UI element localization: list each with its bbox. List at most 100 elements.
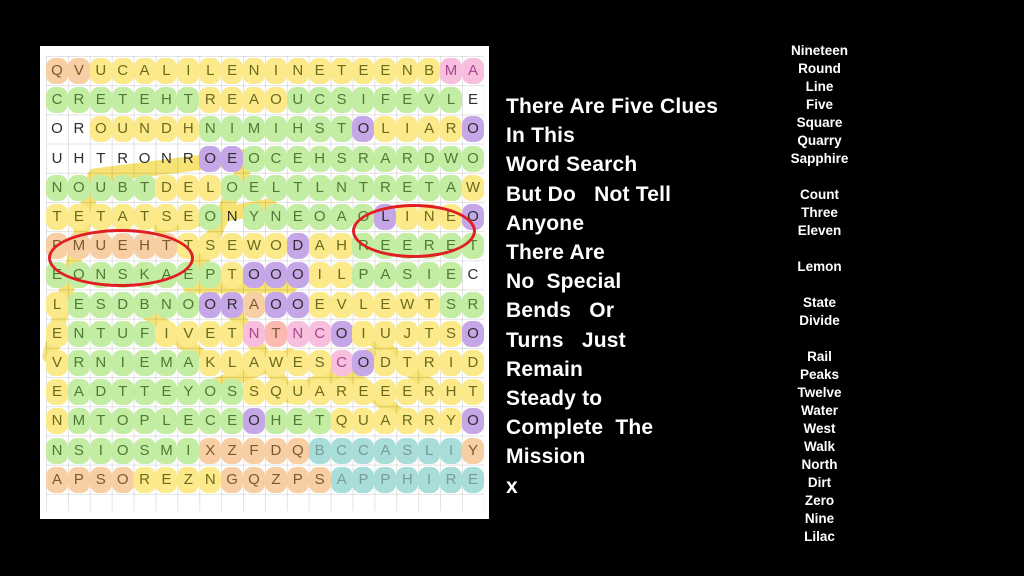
grid-cell[interactable]: N bbox=[89, 260, 112, 289]
grid-cell[interactable]: L bbox=[46, 290, 68, 319]
grid-cell[interactable]: S bbox=[111, 260, 134, 289]
grid-cell[interactable]: O bbox=[199, 202, 222, 231]
grid-cell[interactable]: E bbox=[396, 85, 419, 114]
grid-cell[interactable]: Z bbox=[177, 465, 200, 494]
grid-cell[interactable]: R bbox=[418, 406, 441, 435]
word-list-item[interactable]: Walk bbox=[757, 438, 882, 456]
grid-cell[interactable]: E bbox=[199, 319, 222, 348]
grid-cell[interactable]: R bbox=[352, 144, 375, 173]
word-list-item[interactable]: West bbox=[757, 420, 882, 438]
grid-cell[interactable]: I bbox=[177, 56, 200, 85]
grid-cell[interactable]: H bbox=[155, 85, 178, 114]
grid-cell[interactable]: W bbox=[396, 290, 419, 319]
grid-cell[interactable]: T bbox=[418, 319, 441, 348]
grid-cell[interactable]: E bbox=[111, 231, 134, 260]
grid-cell[interactable]: E bbox=[374, 377, 397, 406]
grid-cell[interactable]: W bbox=[440, 144, 463, 173]
grid-cell[interactable]: M bbox=[243, 114, 266, 143]
grid-cell[interactable]: G bbox=[221, 465, 244, 494]
grid-cell[interactable]: T bbox=[461, 231, 484, 260]
grid-cell[interactable]: A bbox=[461, 56, 484, 85]
grid-cell[interactable]: E bbox=[89, 85, 112, 114]
word-list-item[interactable]: Round bbox=[757, 60, 882, 78]
grid-cell[interactable]: P bbox=[133, 406, 156, 435]
grid-cell[interactable]: W bbox=[461, 173, 484, 202]
grid-cell[interactable]: L bbox=[440, 85, 463, 114]
word-list-item[interactable]: Square bbox=[757, 114, 882, 132]
grid-cell[interactable]: E bbox=[46, 377, 68, 406]
grid-cell[interactable]: E bbox=[440, 260, 463, 289]
grid-cell[interactable]: O bbox=[352, 114, 375, 143]
grid-cell[interactable]: D bbox=[461, 348, 484, 377]
grid-cell[interactable]: T bbox=[133, 202, 156, 231]
grid-cell[interactable]: Q bbox=[286, 435, 309, 464]
grid-cell[interactable]: U bbox=[89, 56, 112, 85]
word-list-item[interactable]: State bbox=[757, 294, 882, 312]
grid-cell[interactable]: C bbox=[352, 435, 375, 464]
grid-cell[interactable]: T bbox=[89, 406, 112, 435]
grid-cell[interactable]: A bbox=[243, 290, 266, 319]
grid-cell[interactable]: N bbox=[264, 202, 287, 231]
grid-cell[interactable]: M bbox=[67, 406, 90, 435]
grid-cell[interactable]: L bbox=[199, 56, 222, 85]
grid-cell[interactable]: D bbox=[89, 377, 112, 406]
grid-cell[interactable]: I bbox=[396, 114, 419, 143]
word-list-item[interactable]: Quarry bbox=[757, 132, 882, 150]
grid-cell[interactable]: O bbox=[243, 260, 266, 289]
grid-cell[interactable]: M bbox=[440, 56, 463, 85]
grid-cell[interactable]: Q bbox=[243, 465, 266, 494]
grid-cell[interactable]: S bbox=[308, 348, 331, 377]
grid-cell[interactable]: R bbox=[374, 173, 397, 202]
grid-cell[interactable]: N bbox=[396, 56, 419, 85]
grid-cell[interactable]: P bbox=[46, 231, 68, 260]
word-list-item[interactable]: Sapphire bbox=[757, 150, 882, 168]
word-list-item[interactable]: Twelve bbox=[757, 384, 882, 402]
word-list-item[interactable]: Lilac bbox=[757, 528, 882, 546]
grid-cell[interactable]: P bbox=[374, 465, 397, 494]
grid-cell[interactable]: N bbox=[155, 290, 178, 319]
grid-cell[interactable]: T bbox=[221, 260, 244, 289]
grid-cell[interactable]: E bbox=[440, 202, 463, 231]
grid-cell[interactable]: I bbox=[89, 435, 112, 464]
grid-cell[interactable]: B bbox=[133, 290, 156, 319]
grid-cell[interactable]: O bbox=[111, 465, 134, 494]
grid-cell[interactable]: P bbox=[352, 260, 375, 289]
grid-cell[interactable]: S bbox=[89, 465, 112, 494]
grid-cell[interactable]: S bbox=[133, 435, 156, 464]
grid-cell[interactable]: R bbox=[396, 144, 419, 173]
grid-cell[interactable]: F bbox=[374, 85, 397, 114]
grid-cell[interactable]: L bbox=[352, 290, 375, 319]
grid-cell[interactable]: Y bbox=[440, 406, 463, 435]
grid-cell[interactable]: F bbox=[133, 319, 156, 348]
word-list-item[interactable]: Divide bbox=[757, 312, 882, 330]
grid-cell[interactable]: N bbox=[286, 319, 309, 348]
grid-cell[interactable]: E bbox=[177, 406, 200, 435]
grid-cell[interactable]: E bbox=[46, 260, 68, 289]
grid-cell[interactable]: C bbox=[462, 260, 484, 289]
grid-cell[interactable]: N bbox=[46, 406, 68, 435]
grid-cell[interactable]: M bbox=[67, 231, 90, 260]
grid-cell[interactable]: O bbox=[264, 260, 287, 289]
grid-cell[interactable]: E bbox=[221, 231, 244, 260]
grid-cell[interactable]: O bbox=[111, 435, 134, 464]
grid-cell[interactable]: R bbox=[133, 465, 156, 494]
grid-cell[interactable]: E bbox=[374, 56, 397, 85]
grid-cell[interactable]: O bbox=[461, 114, 484, 143]
grid-cell[interactable]: O bbox=[461, 406, 484, 435]
grid-cell[interactable]: T bbox=[111, 85, 134, 114]
grid-cell[interactable]: E bbox=[67, 202, 90, 231]
grid-cell[interactable]: O bbox=[264, 290, 287, 319]
grid-cell[interactable]: N bbox=[67, 319, 90, 348]
grid-cell[interactable]: N bbox=[89, 348, 112, 377]
grid-cell[interactable]: U bbox=[111, 319, 134, 348]
grid-cell[interactable]: A bbox=[308, 377, 331, 406]
grid-cell[interactable]: L bbox=[418, 435, 441, 464]
grid-cell[interactable]: I bbox=[418, 260, 441, 289]
grid-cell[interactable]: Y bbox=[461, 435, 484, 464]
grid-cell[interactable]: O bbox=[264, 85, 287, 114]
grid-cell[interactable]: E bbox=[374, 231, 397, 260]
word-list-item[interactable]: Zero bbox=[757, 492, 882, 510]
grid-cell[interactable]: I bbox=[111, 348, 134, 377]
grid-cell[interactable]: E bbox=[352, 377, 375, 406]
grid-cell[interactable]: Z bbox=[264, 465, 287, 494]
